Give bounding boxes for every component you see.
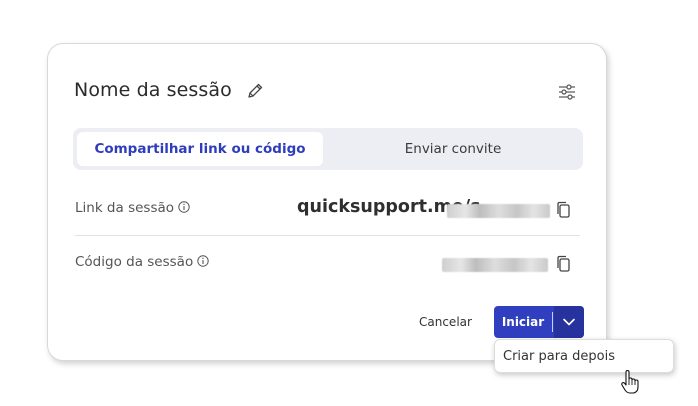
session-link-row: Link da sessão quicksupport.me/s (75, 182, 580, 234)
redacted-link-suffix (447, 204, 550, 218)
session-link-label: Link da sessão (75, 200, 190, 216)
pencil-icon[interactable] (246, 82, 264, 100)
start-dropdown-toggle[interactable] (554, 306, 584, 338)
menu-item-create-later[interactable]: Criar para depois (503, 349, 615, 364)
info-icon[interactable] (197, 255, 209, 267)
copy-icon[interactable] (556, 201, 572, 219)
session-code-label: Código da sessão (75, 254, 209, 270)
start-button[interactable]: Iniciar (494, 306, 552, 338)
button-divider (552, 312, 553, 332)
session-code-label-text: Código da sessão (75, 254, 194, 270)
copy-icon[interactable] (556, 255, 572, 273)
start-split-button: Iniciar (494, 306, 584, 338)
hand-pointer-icon (620, 369, 640, 395)
chevron-down-icon (563, 318, 575, 326)
dialog-title: Nome da sessão (74, 79, 232, 101)
session-dialog: Nome da sessão Compartilhar link ou códi… (47, 43, 607, 361)
session-code-row: Código da sessão (75, 235, 580, 288)
sliders-icon[interactable] (558, 83, 576, 101)
tab-send-invite[interactable]: Enviar convite (327, 132, 579, 166)
cancel-button[interactable]: Cancelar (419, 315, 472, 329)
info-icon[interactable] (178, 201, 190, 213)
tab-bar: Compartilhar link ou código Enviar convi… (73, 128, 583, 170)
start-dropdown-menu: Criar para depois (494, 339, 674, 373)
redacted-session-code (442, 258, 548, 272)
tab-share-link[interactable]: Compartilhar link ou código (77, 132, 323, 166)
session-link-label-text: Link da sessão (75, 200, 175, 216)
